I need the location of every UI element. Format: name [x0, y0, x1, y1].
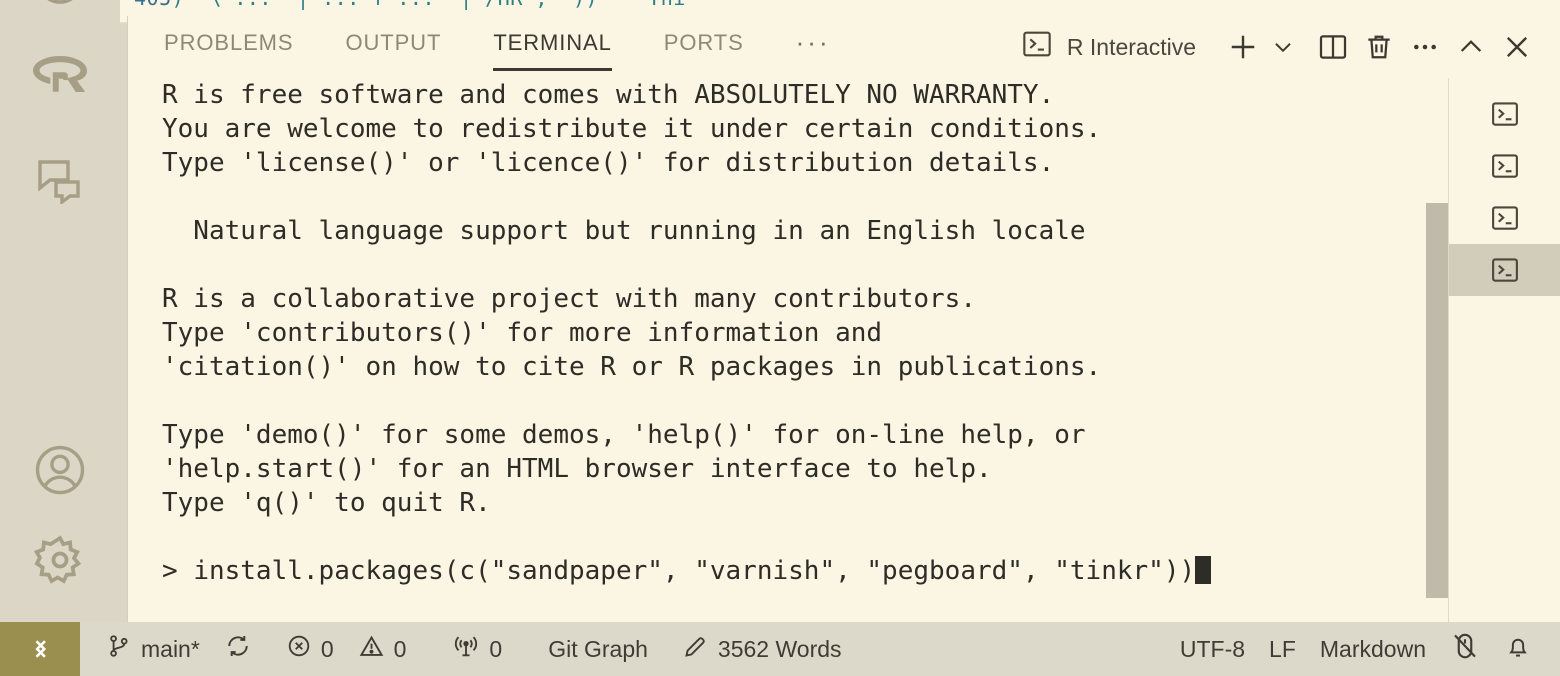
status-language-mode[interactable]: Markdown: [1308, 622, 1438, 676]
error-icon: [286, 633, 312, 665]
mouse-off-icon: [1450, 631, 1480, 667]
status-git-branch[interactable]: main*: [94, 622, 212, 676]
tab-problems[interactable]: PROBLEMS: [164, 21, 293, 73]
terminal-line: R is free software and comes with ABSOLU…: [162, 80, 1055, 110]
terminal-line: You are welcome to redistribute it under…: [162, 114, 1102, 144]
terminal-scrollbar-thumb[interactable]: [1426, 203, 1448, 598]
warning-count: 0: [393, 635, 407, 662]
terminal-tab-4[interactable]: [1449, 244, 1560, 296]
status-bar-right: UTF-8 LF Markdown: [1168, 622, 1560, 676]
active-terminal-name: R Interactive: [1066, 33, 1196, 60]
terminal-output-text: R is free software and comes with ABSOLU…: [162, 78, 1212, 588]
terminal-cursor: [1195, 556, 1212, 584]
git-branch-icon: [106, 633, 132, 665]
panel-more-actions-button[interactable]: [1402, 24, 1448, 70]
ports-count: 0: [489, 635, 503, 662]
tab-terminal[interactable]: TERMINAL: [493, 21, 613, 73]
terminal-panel: PROBLEMS OUTPUT TERMINAL PORTS ··· R Int…: [128, 16, 1560, 622]
terminal-line: Type 'demo()' for some demos, 'help()' f…: [162, 420, 1086, 450]
status-sync[interactable]: [212, 622, 264, 676]
terminal-line: R is a collaborative project with many c…: [162, 284, 976, 314]
terminal-line: 'citation()' on how to cite R or R packa…: [162, 352, 1102, 382]
bell-icon: [1504, 632, 1532, 666]
terminal-tab-1[interactable]: [1449, 88, 1560, 140]
terminal-icon: [1021, 28, 1053, 66]
warning-icon: [358, 633, 385, 666]
terminal-line: Natural language support but running in …: [162, 216, 1086, 246]
vscode-window: 405) \ ... | ... f ... | /HR , ")) Thi P…: [0, 0, 1560, 676]
terminal-tab-list: [1448, 78, 1560, 622]
terminal-line: Type 'contributors()' for more informati…: [162, 318, 883, 348]
panel-actions: R Interactive: [1021, 24, 1560, 70]
terminal-prompt: >: [162, 556, 194, 586]
status-bar-left: main* 0 0 0 Git Graph 3562 Words: [94, 622, 854, 676]
split-terminal-button[interactable]: [1310, 24, 1356, 70]
tab-ports[interactable]: PORTS: [664, 21, 744, 73]
account-icon[interactable]: [28, 438, 92, 502]
status-git-graph[interactable]: Git Graph: [536, 622, 660, 676]
status-problems[interactable]: 0 0: [274, 622, 419, 676]
error-count: 0: [320, 635, 334, 662]
terminal-prompt-line: > install.packages(c("sandpaper", "varni…: [162, 554, 1212, 588]
settings-gear-icon[interactable]: [28, 528, 92, 592]
status-ports[interactable]: 0: [440, 622, 514, 676]
terminal-tab-3[interactable]: [1449, 192, 1560, 244]
panel-body: R is free software and comes with ABSOLU…: [128, 78, 1560, 622]
terminal-output-area[interactable]: R is free software and comes with ABSOLU…: [128, 78, 1448, 622]
editor-code-fragment: 405) \ ... | ... f ... | /HR , ")) Thi: [134, 0, 686, 10]
terminal-scrollbar[interactable]: [1426, 78, 1448, 622]
panel-header: PROBLEMS OUTPUT TERMINAL PORTS ··· R Int…: [128, 16, 1560, 78]
r-logo-icon[interactable]: [28, 44, 92, 108]
terminal-command: install.packages(c("sandpaper", "varnish…: [193, 556, 1196, 586]
terminal-line: Type 'license()' or 'licence()' for dist…: [162, 148, 1055, 178]
pencil-icon: [682, 633, 709, 666]
active-terminal-indicator[interactable]: R Interactive: [1021, 28, 1196, 66]
terminal-profile-dropdown[interactable]: [1266, 24, 1300, 70]
status-word-count[interactable]: 3562 Words: [670, 622, 854, 676]
terminal-line: 'help.start()' for an HTML browser inter…: [162, 454, 992, 484]
status-notifications[interactable]: [1492, 622, 1544, 676]
panel-tabs-overflow-icon[interactable]: ···: [796, 29, 831, 55]
editor-code-text: ) \ ... | ... f ... | /HR , ")) Thi: [172, 0, 686, 10]
sync-icon: [224, 632, 252, 666]
status-encoding[interactable]: UTF-8: [1168, 622, 1257, 676]
new-terminal-button[interactable]: [1220, 24, 1266, 70]
radio-tower-icon: [452, 632, 480, 666]
status-screencast-mode[interactable]: [1438, 622, 1492, 676]
git-branch-label: main*: [141, 635, 200, 662]
editor-line-number: 405: [134, 0, 172, 10]
activity-bar: [0, 0, 120, 622]
status-bar: main* 0 0 0 Git Graph 3562 Words UTF-8 L…: [0, 622, 1560, 676]
kill-terminal-button[interactable]: [1356, 24, 1402, 70]
word-count-label: 3562 Words: [717, 635, 842, 662]
terminal-tab-2[interactable]: [1449, 140, 1560, 192]
close-panel-button[interactable]: [1494, 24, 1540, 70]
tab-output[interactable]: OUTPUT: [345, 21, 441, 73]
terminal-line: Type 'q()' to quit R.: [162, 488, 491, 518]
remote-window-icon[interactable]: [0, 622, 80, 676]
status-eol[interactable]: LF: [1257, 622, 1308, 676]
maximize-panel-button[interactable]: [1448, 24, 1494, 70]
chat-icon[interactable]: [28, 148, 92, 212]
